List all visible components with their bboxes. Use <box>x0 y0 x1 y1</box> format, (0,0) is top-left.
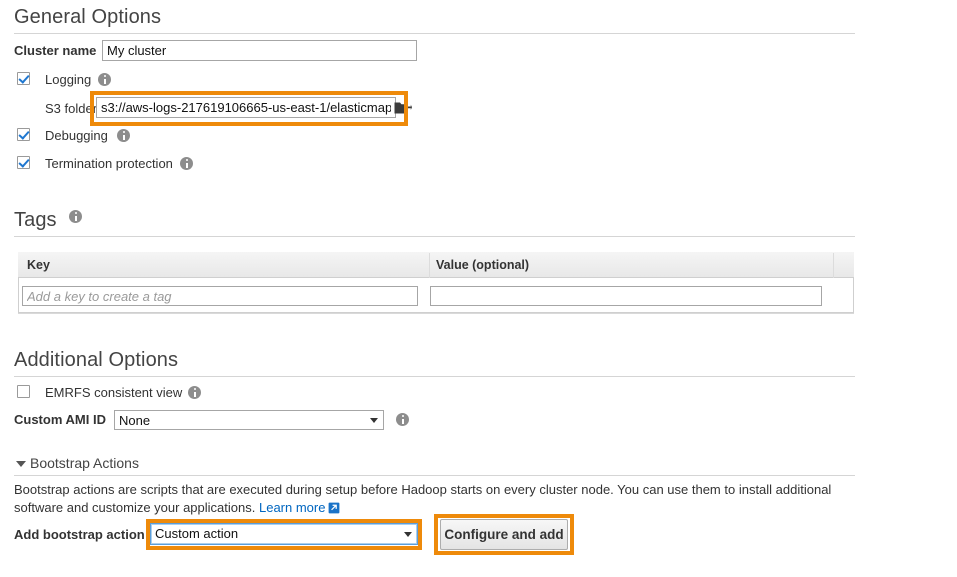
external-link-icon[interactable] <box>328 501 340 514</box>
page-title: General Options <box>14 6 855 34</box>
debugging-checkbox[interactable] <box>17 128 30 141</box>
bootstrap-actions-title: Bootstrap Actions <box>30 455 139 471</box>
tags-title: Tags <box>14 209 57 231</box>
configure-and-add-button-label: Configure and add <box>444 527 564 542</box>
cluster-name-input[interactable] <box>102 40 417 61</box>
bootstrap-actions-header[interactable]: Bootstrap Actions <box>14 455 855 476</box>
tags-info-icon[interactable] <box>69 210 83 223</box>
tag-value-input[interactable] <box>430 286 822 306</box>
emrfs-consistent-view-label: EMRFS consistent view <box>45 385 183 400</box>
debugging-label: Debugging <box>45 128 108 143</box>
debugging-info-icon[interactable] <box>117 129 130 142</box>
bootstrap-actions-description: Bootstrap actions are scripts that are e… <box>14 481 844 517</box>
termination-protection-checkbox[interactable] <box>17 156 30 169</box>
tags-column-value: Value (optional) <box>436 258 530 272</box>
tags-header-divider-1 <box>429 253 430 278</box>
general-options-title: General Options <box>14 6 162 28</box>
custom-ami-id-selected-value: None <box>119 413 151 428</box>
custom-ami-id-info-icon[interactable] <box>396 413 409 426</box>
s3-folder-label: S3 folder <box>45 101 98 116</box>
add-bootstrap-action-select[interactable]: Custom action <box>150 523 418 545</box>
emrfs-consistent-view-checkbox[interactable] <box>17 385 30 398</box>
bootstrap-description-line2: software and customize your applications… <box>14 500 256 515</box>
tags-section-header: Tags <box>14 209 855 237</box>
tags-column-key: Key <box>27 258 50 272</box>
logging-label: Logging <box>45 72 92 87</box>
logging-checkbox[interactable] <box>17 72 30 85</box>
chevron-down-icon <box>370 418 378 423</box>
emr-general-options-page: General Options Cluster name Logging S3 … <box>0 0 957 577</box>
tag-key-input[interactable] <box>22 286 418 306</box>
additional-options-title: Additional Options <box>14 349 179 371</box>
bootstrap-description-line1: Bootstrap actions are scripts that are e… <box>14 482 832 497</box>
logging-info-icon[interactable] <box>98 73 111 86</box>
additional-options-header: Additional Options <box>14 349 855 377</box>
s3-folder-input[interactable] <box>96 97 396 118</box>
learn-more-link[interactable]: Learn more <box>259 500 325 515</box>
configure-and-add-button[interactable]: Configure and add <box>440 519 568 550</box>
termination-protection-label: Termination protection <box>45 156 173 171</box>
add-bootstrap-action-label: Add bootstrap action <box>14 527 145 542</box>
cluster-name-label: Cluster name <box>14 43 97 58</box>
termination-protection-info-icon[interactable] <box>180 157 193 170</box>
emrfs-info-icon[interactable] <box>188 386 201 399</box>
custom-ami-id-label: Custom AMI ID <box>14 412 106 427</box>
tags-header-divider-2 <box>833 253 834 278</box>
custom-ami-id-select[interactable]: None <box>114 410 384 430</box>
add-bootstrap-action-selected-value: Custom action <box>155 526 239 541</box>
folder-open-icon[interactable] <box>394 100 412 115</box>
chevron-down-icon <box>404 532 412 537</box>
tags-table-bottom-border <box>18 313 854 314</box>
